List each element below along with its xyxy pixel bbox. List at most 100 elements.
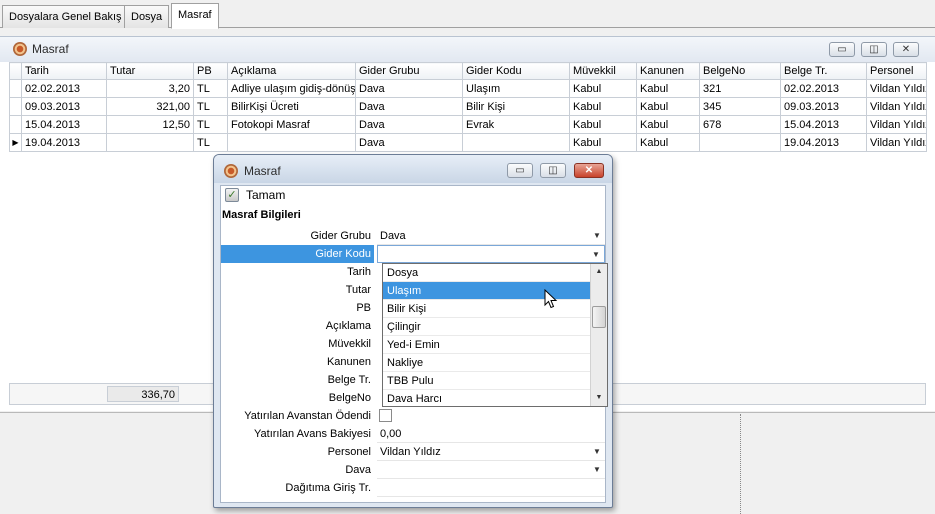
column-header-muvekkil[interactable]: Müvekkil [569, 62, 637, 80]
cell-gider-grubu[interactable]: Dava [355, 133, 463, 152]
column-header-belgeno[interactable]: BelgeNo [699, 62, 781, 80]
scroll-thumb[interactable] [592, 306, 606, 328]
gider-grubu-combo[interactable]: Dava ▼ [377, 227, 605, 245]
cell-gider-kodu[interactable]: Evrak [462, 115, 570, 134]
table-row[interactable]: 09.03.2013 321,00 TL BilirKişi Ücreti Da… [9, 97, 927, 116]
cell-gider-kodu[interactable]: Ulaşım [462, 79, 570, 98]
dropdown-option[interactable]: Bilir Kişi [383, 300, 591, 318]
gider-kodu-combo[interactable]: ▼ [377, 245, 605, 263]
dialog-restore-button[interactable]: ◫ [540, 163, 566, 178]
cell-tutar[interactable]: 3,20 [106, 79, 194, 98]
cell-belgeno[interactable]: 678 [699, 115, 781, 134]
personel-combo[interactable]: Vildan Yıldız ▼ [377, 443, 605, 461]
cell-aciklama[interactable] [227, 133, 356, 152]
cell-gider-grubu[interactable]: Dava [355, 115, 463, 134]
chevron-down-icon[interactable]: ▼ [590, 249, 602, 261]
cell-pb[interactable]: TL [193, 133, 228, 152]
cell-personel[interactable]: Vildan Yıldız [866, 115, 927, 134]
cell-muvekkil[interactable]: Kabul [569, 97, 637, 116]
cell-muvekkil[interactable]: Kabul [569, 79, 637, 98]
dialog-titlebar[interactable]: Masraf ▭ ◫ ✕ [214, 155, 612, 183]
cell-muvekkil[interactable]: Kabul [569, 115, 637, 134]
chevron-down-icon[interactable]: ▼ [591, 230, 603, 242]
cell-aciklama[interactable]: BilirKişi Ücreti [227, 97, 356, 116]
cell-belgeno[interactable]: 321 [699, 79, 781, 98]
column-header-belge-tr[interactable]: Belge Tr. [780, 62, 867, 80]
dialog-minimize-button[interactable]: ▭ [507, 163, 533, 178]
cell-tutar[interactable]: 12,50 [106, 115, 194, 134]
cell-kanunen[interactable]: Kabul [636, 79, 700, 98]
table-row[interactable]: 02.02.2013 3,20 TL Adliye ulaşım gidiş-d… [9, 79, 927, 98]
cell-kanunen[interactable]: Kabul [636, 97, 700, 116]
column-header-aciklama[interactable]: Açıklama [227, 62, 356, 80]
cell-aciklama[interactable]: Fotokopi Masraf [227, 115, 356, 134]
cell-tarih[interactable]: 09.03.2013 [21, 97, 107, 116]
column-header-gider-kodu[interactable]: Gider Kodu [462, 62, 570, 80]
field-value: Dava [380, 230, 406, 242]
cell-aciklama[interactable]: Adliye ulaşım gidiş-dönüş [227, 79, 356, 98]
cell-personel[interactable]: Vildan Yıldız [866, 97, 927, 116]
field-label: Açıklama [325, 320, 371, 332]
cell-belge-tr[interactable]: 15.04.2013 [780, 115, 867, 134]
cell-tarih[interactable]: 19.04.2013 [21, 133, 107, 152]
tab-dosya[interactable]: Dosya [124, 5, 170, 28]
column-header-personel[interactable]: Personel [866, 62, 927, 80]
cell-tarih[interactable]: 15.04.2013 [21, 115, 107, 134]
dropdown-option[interactable]: Dava Harcı [383, 390, 591, 408]
chevron-down-icon[interactable]: ▼ [591, 464, 603, 476]
dropdown-option[interactable]: Dosya [383, 264, 591, 282]
tab-masraf[interactable]: Masraf [171, 3, 219, 29]
cell-belge-tr[interactable]: 02.02.2013 [780, 79, 867, 98]
dropdown-scrollbar[interactable]: ▲ ▼ [590, 264, 607, 406]
tab-dosyalara-genel-bakis[interactable]: Dosyalara Genel Bakış [2, 5, 129, 28]
cell-pb[interactable]: TL [193, 79, 228, 98]
column-header-gider-grubu[interactable]: Gider Grubu [355, 62, 463, 80]
cell-belge-tr[interactable]: 09.03.2013 [780, 97, 867, 116]
dropdown-option[interactable]: TBB Pulu [383, 372, 591, 390]
ok-button[interactable]: Tamam [246, 188, 285, 202]
chevron-down-icon[interactable]: ▼ [591, 446, 603, 458]
column-header-kanunen[interactable]: Kanunen [636, 62, 700, 80]
row-indicator [9, 97, 22, 116]
cell-kanunen[interactable]: Kabul [636, 133, 700, 152]
scroll-down-icon[interactable]: ▼ [592, 391, 606, 405]
dropdown-option-selected[interactable]: Ulaşım [383, 282, 591, 300]
cell-personel[interactable]: Vildan Yıldız [866, 79, 927, 98]
field-yatirilan-avanstan-odendi: Yatırılan Avanstan Ödendi [221, 407, 605, 425]
cell-pb[interactable]: TL [193, 97, 228, 116]
field-label: Kanunen [326, 356, 371, 368]
dropdown-option[interactable]: Çilingir [383, 318, 591, 336]
dropdown-option[interactable]: Yed-i Emin [383, 336, 591, 354]
cell-gider-grubu[interactable]: Dava [355, 97, 463, 116]
cell-tutar[interactable] [106, 133, 194, 152]
cell-personel[interactable]: Vildan Yıldız [866, 133, 927, 152]
dropdown-option[interactable]: Nakliye [383, 354, 591, 372]
cell-muvekkil[interactable]: Kabul [569, 133, 637, 152]
avanstan-odendi-checkbox[interactable] [379, 409, 392, 422]
column-header-tutar[interactable]: Tutar [106, 62, 194, 80]
cell-gider-kodu[interactable]: Bilir Kişi [462, 97, 570, 116]
cell-gider-grubu[interactable]: Dava [355, 79, 463, 98]
cell-tutar[interactable]: 321,00 [106, 97, 194, 116]
restore-button[interactable]: ◫ [861, 42, 887, 57]
cell-belge-tr[interactable]: 19.04.2013 [780, 133, 867, 152]
close-button[interactable]: ✕ [893, 42, 919, 57]
dava-combo[interactable]: ▼ [377, 461, 605, 479]
scroll-up-icon[interactable]: ▲ [592, 265, 606, 279]
cell-gider-kodu[interactable] [462, 133, 570, 152]
cell-belgeno[interactable] [699, 133, 781, 152]
cell-pb[interactable]: TL [193, 115, 228, 134]
cell-tarih[interactable]: 02.02.2013 [21, 79, 107, 98]
minimize-button[interactable]: ▭ [829, 42, 855, 57]
cell-belgeno[interactable]: 345 [699, 97, 781, 116]
table-row[interactable]: 15.04.2013 12,50 TL Fotokopi Masraf Dava… [9, 115, 927, 134]
dagitima-giris-input[interactable] [377, 479, 605, 497]
column-header-tarih[interactable]: Tarih [21, 62, 107, 80]
cell-kanunen[interactable]: Kabul [636, 115, 700, 134]
avans-bakiyesi-input[interactable]: 0,00 [377, 425, 605, 443]
checkmark-icon[interactable]: ✓ [225, 188, 239, 202]
dialog-close-button[interactable]: ✕ [574, 163, 604, 178]
column-header-pb[interactable]: PB [193, 62, 228, 80]
masraf-dialog: Masraf ▭ ◫ ✕ ✓ Tamam Masraf Bilgileri Gi… [213, 154, 613, 508]
table-row-current[interactable]: ▶ 19.04.2013 TL Dava Kabul Kabul 19.04.2… [9, 133, 927, 152]
